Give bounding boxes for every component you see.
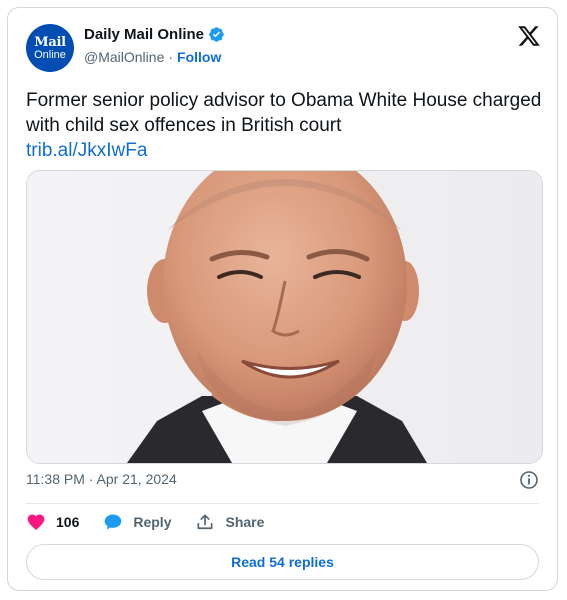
share-button[interactable]: Share xyxy=(195,512,264,532)
separator-dot: · xyxy=(168,49,174,65)
share-upload-icon xyxy=(197,514,213,530)
tweet-timestamp[interactable]: 11:38 PM · Apr 21, 2024 xyxy=(26,471,177,487)
follow-button[interactable]: Follow xyxy=(177,49,221,65)
embedded-tweet-card: Mail Online Daily Mail Online @MailOnlin… xyxy=(7,7,558,591)
likes-count: 106 xyxy=(56,514,80,530)
handle-row: @MailOnline · Follow xyxy=(84,49,221,65)
reply-button[interactable]: Reply xyxy=(103,512,171,532)
display-name[interactable]: Daily Mail Online xyxy=(84,26,204,43)
account-avatar[interactable]: Mail Online xyxy=(26,24,74,72)
tweet-actions: 106 Reply Share xyxy=(26,512,288,532)
read-replies-button[interactable]: Read 54 replies xyxy=(26,544,539,580)
avatar-text-online: Online xyxy=(34,48,66,61)
tweet-link[interactable]: trib.al/JkxIwFa xyxy=(26,138,546,163)
tweet-body: Former senior policy advisor to Obama Wh… xyxy=(26,88,546,163)
heart-icon xyxy=(27,514,45,530)
tweet-text: Former senior policy advisor to Obama Wh… xyxy=(26,90,542,136)
account-handle[interactable]: @MailOnline xyxy=(84,49,164,65)
share-label: Share xyxy=(225,514,265,530)
like-button[interactable]: 106 xyxy=(26,512,79,532)
tweet-photo-image xyxy=(27,171,542,463)
x-logo-icon[interactable] xyxy=(517,24,541,48)
avatar-text-mail: Mail xyxy=(34,34,66,50)
verified-badge-icon xyxy=(209,27,224,42)
info-icon[interactable] xyxy=(519,470,539,490)
reply-label: Reply xyxy=(133,514,172,530)
tweet-photo[interactable] xyxy=(26,170,543,464)
display-name-row: Daily Mail Online xyxy=(84,26,225,43)
speech-bubble-icon xyxy=(105,514,122,530)
divider xyxy=(26,503,539,504)
